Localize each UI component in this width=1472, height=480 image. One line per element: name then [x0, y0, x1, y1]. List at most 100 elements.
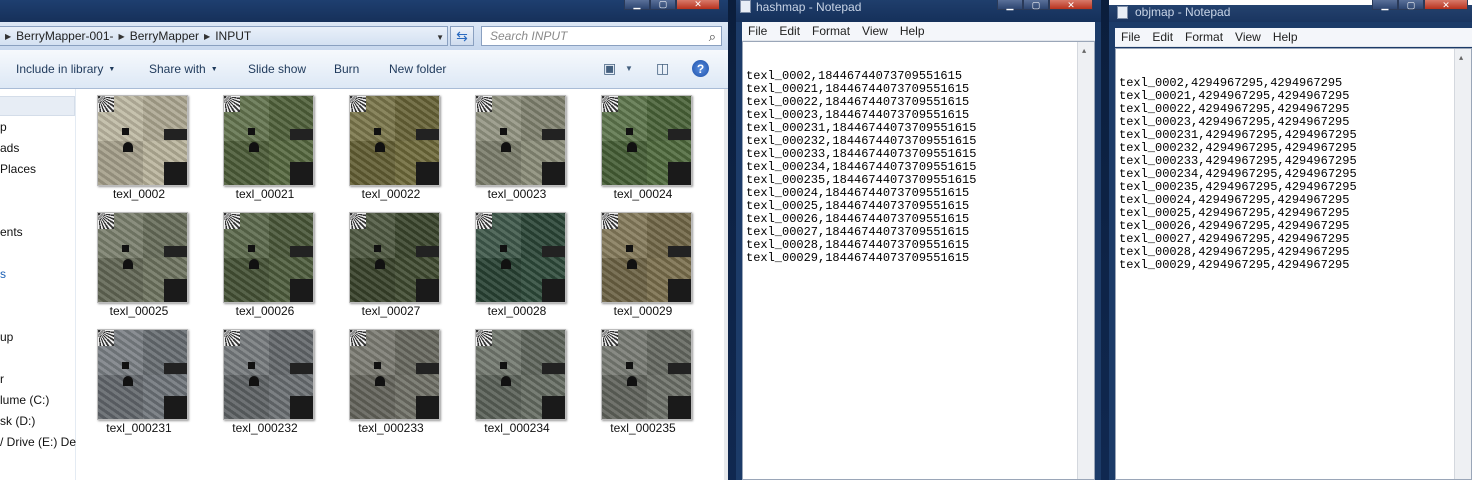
objmap-content: texl_0002,4294967295,4294967295 texl_000… — [1119, 76, 1357, 272]
texture-thumbnail — [475, 95, 566, 186]
minimize-button[interactable]: ▁ — [997, 0, 1023, 10]
nav-item-drive-c[interactable]: lume (C:) — [0, 393, 49, 407]
file-item[interactable]: texl_000231 — [76, 323, 202, 438]
nav-item-drive-e[interactable]: / Drive (E:) Dea — [0, 435, 83, 449]
nav-item[interactable]: ents — [0, 225, 23, 239]
menu-format[interactable]: Format — [812, 24, 850, 38]
texture-thumbnail — [601, 95, 692, 186]
nav-item-drive-d[interactable]: sk (D:) — [0, 414, 35, 428]
breadcrumb-item[interactable]: ▶ BerryMapper-001- — [0, 29, 114, 43]
nav-item[interactable]: s — [0, 267, 6, 281]
close-button[interactable]: ✕ — [676, 0, 720, 10]
texture-thumbnail — [475, 212, 566, 303]
menu-help[interactable]: Help — [900, 24, 925, 38]
chevron-right-icon: ▶ — [118, 31, 125, 41]
breadcrumb-item[interactable]: ▶ INPUT — [199, 29, 251, 43]
burn-button[interactable]: Burn — [334, 62, 359, 76]
breadcrumb-item[interactable]: ▶ BerryMapper — [114, 29, 200, 43]
nav-item[interactable]: r — [0, 372, 4, 386]
objmap-window-controls: ▁ ▢ ✕ — [1372, 0, 1468, 10]
file-name: texl_000232 — [232, 421, 298, 435]
help-button[interactable]: ? — [692, 60, 709, 77]
texture-thumbnail — [601, 212, 692, 303]
share-with-button[interactable]: Share with ▼ — [149, 62, 218, 76]
breadcrumb[interactable]: ▶ BerryMapper-001- ▶ BerryMapper ▶ INPUT ▼ — [0, 26, 448, 46]
file-item[interactable]: texl_00029 — [580, 206, 706, 321]
file-item[interactable]: texl_000235 — [580, 323, 706, 438]
scroll-up-icon[interactable]: ▲ — [1082, 46, 1086, 59]
texture-thumbnail — [349, 329, 440, 420]
file-item[interactable]: texl_000232 — [202, 323, 328, 438]
close-button[interactable]: ✕ — [1424, 0, 1468, 10]
nav-selected-item[interactable] — [0, 96, 75, 116]
vertical-scrollbar[interactable]: ▲ — [1454, 49, 1471, 479]
file-item[interactable]: texl_00021 — [202, 89, 328, 204]
chevron-right-icon: ▶ — [204, 31, 211, 41]
refresh-button[interactable]: ⇆ — [450, 26, 474, 46]
file-item[interactable]: texl_000233 — [328, 323, 454, 438]
file-item[interactable]: texl_00024 — [580, 89, 706, 204]
texture-thumbnail — [475, 329, 566, 420]
slide-show-button[interactable]: Slide show — [248, 62, 306, 76]
menu-view[interactable]: View — [862, 24, 888, 38]
explorer-scrollbar[interactable] — [724, 89, 728, 480]
file-item[interactable]: texl_0002 — [76, 89, 202, 204]
objmap-menubar: File Edit Format View Help — [1115, 28, 1472, 47]
explorer-titlebar[interactable]: ▁ ▢ ✕ — [0, 0, 728, 22]
new-folder-button[interactable]: New folder — [389, 62, 446, 76]
file-name: texl_00028 — [487, 304, 547, 318]
include-in-library-button[interactable]: Include in library ▼ — [16, 62, 115, 76]
texture-thumbnail — [223, 329, 314, 420]
view-options-icon[interactable]: ▣ — [603, 60, 616, 77]
nav-item[interactable]: ads — [0, 141, 19, 155]
chevron-down-icon: ▼ — [108, 65, 116, 73]
nav-item[interactable]: up — [0, 330, 13, 344]
file-name: texl_00021 — [235, 187, 295, 201]
file-name: texl_000234 — [484, 421, 550, 435]
texture-thumbnail — [601, 329, 692, 420]
texture-thumbnail — [349, 212, 440, 303]
file-name: texl_00025 — [109, 304, 169, 318]
hashmap-text-area[interactable]: texl_0002,18446744073709551615 texl_0002… — [742, 41, 1095, 480]
file-item[interactable]: texl_00027 — [328, 206, 454, 321]
menu-view[interactable]: View — [1235, 30, 1261, 44]
texture-thumbnail — [349, 95, 440, 186]
objmap-titlebar[interactable]: objmap - Notepad ▁ ▢ ✕ — [1109, 0, 1472, 22]
preview-pane-icon[interactable]: ◫ — [656, 60, 669, 77]
menu-edit[interactable]: Edit — [1152, 30, 1173, 44]
file-item[interactable]: texl_00023 — [454, 89, 580, 204]
file-item[interactable]: texl_00028 — [454, 206, 580, 321]
notepad-icon — [1117, 6, 1128, 19]
chevron-down-icon[interactable]: ▼ — [436, 33, 444, 42]
menu-format[interactable]: Format — [1185, 30, 1223, 44]
file-item[interactable]: texl_000234 — [454, 323, 580, 438]
file-item[interactable]: texl_00026 — [202, 206, 328, 321]
file-item[interactable]: texl_00025 — [76, 206, 202, 321]
chevron-down-icon: ▼ — [210, 65, 218, 73]
file-item[interactable]: texl_00022 — [328, 89, 454, 204]
file-name: texl_00027 — [361, 304, 421, 318]
explorer-window: ▁ ▢ ✕ ▶ BerryMapper-001- ▶ BerryMapper ▶ IN… — [0, 0, 728, 480]
menu-edit[interactable]: Edit — [779, 24, 800, 38]
objmap-text-area[interactable]: texl_0002,4294967295,4294967295 texl_000… — [1115, 48, 1472, 480]
maximize-button[interactable]: ▢ — [650, 0, 676, 10]
hashmap-titlebar[interactable]: hashmap - Notepad ▁ ▢ ✕ — [736, 0, 1101, 22]
search-input[interactable]: Search INPUT ⌕ — [481, 26, 722, 46]
nav-item[interactable]: Places — [0, 162, 36, 176]
texture-thumbnail — [97, 212, 188, 303]
menu-file[interactable]: File — [748, 24, 767, 38]
maximize-button[interactable]: ▢ — [1023, 0, 1049, 10]
vertical-scrollbar[interactable]: ▲ — [1077, 42, 1094, 479]
minimize-button[interactable]: ▁ — [624, 0, 650, 10]
nav-item[interactable]: p — [0, 120, 7, 134]
minimize-button[interactable]: ▁ — [1372, 0, 1398, 10]
maximize-button[interactable]: ▢ — [1398, 0, 1424, 10]
menu-file[interactable]: File — [1121, 30, 1140, 44]
notepad-icon — [740, 0, 751, 13]
file-name: texl_000231 — [106, 421, 172, 435]
menu-help[interactable]: Help — [1273, 30, 1298, 44]
scroll-up-icon[interactable]: ▲ — [1459, 53, 1463, 66]
file-name: texl_000235 — [610, 421, 676, 435]
close-button[interactable]: ✕ — [1049, 0, 1093, 10]
chevron-down-icon[interactable]: ▼ — [625, 64, 633, 73]
